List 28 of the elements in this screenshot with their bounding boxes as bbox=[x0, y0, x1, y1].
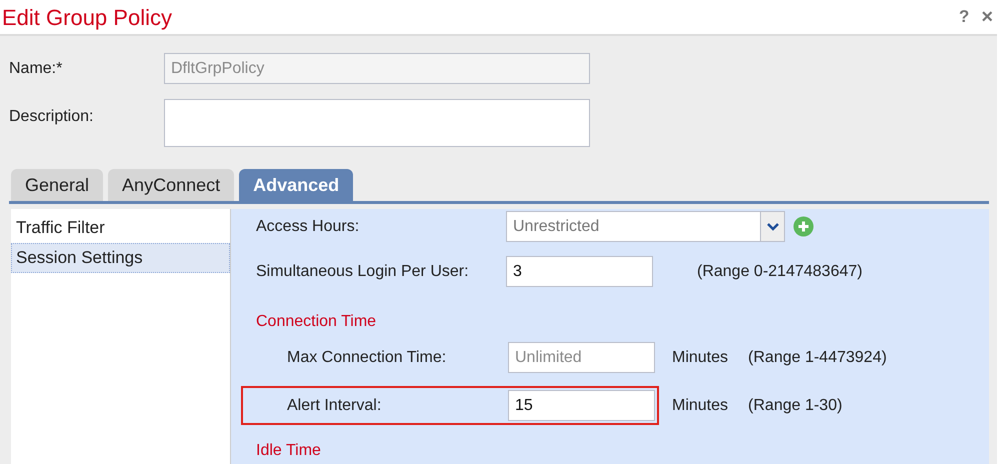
section-heading: Idle Time bbox=[256, 441, 321, 461]
description-field[interactable] bbox=[164, 99, 590, 147]
range-hint: (Range 0-2147483647) bbox=[697, 262, 862, 282]
tab[interactable]: General bbox=[11, 169, 104, 201]
simultaneous-login-label: Simultaneous Login Per User: bbox=[256, 262, 470, 282]
field-label: Max Connection Time: bbox=[287, 348, 448, 368]
name-label: Name:* bbox=[9, 59, 64, 79]
field-label: Alert Interval: bbox=[287, 396, 382, 416]
section-heading: Connection Time bbox=[256, 312, 376, 332]
minutes-field[interactable]: 15 bbox=[508, 390, 655, 421]
tab[interactable]: AnyConnect bbox=[108, 169, 234, 201]
simultaneous-login-field[interactable]: 3 bbox=[506, 256, 653, 287]
minutes-field[interactable]: Unlimited bbox=[508, 342, 655, 373]
add-icon[interactable] bbox=[793, 216, 814, 237]
chevron-down-icon bbox=[766, 222, 778, 230]
access-hours-select[interactable]: Unrestricted bbox=[506, 211, 785, 242]
sidebar-item[interactable]: Session Settings bbox=[11, 243, 230, 273]
unit-label: Minutes bbox=[672, 348, 728, 368]
help-button[interactable]: ? bbox=[958, 2, 970, 32]
description-label: Description: bbox=[9, 107, 94, 127]
access-hours-label: Access Hours: bbox=[256, 216, 360, 236]
close-button[interactable]: × bbox=[981, 2, 993, 32]
tab[interactable]: Advanced bbox=[239, 169, 354, 201]
range-hint: (Range 1-4473924) bbox=[748, 348, 887, 368]
window-title: Edit Group Policy bbox=[2, 4, 172, 32]
range-hint: (Range 1-30) bbox=[748, 396, 842, 416]
unit-label: Minutes bbox=[672, 396, 728, 416]
sidebar-item[interactable]: Traffic Filter bbox=[11, 213, 230, 243]
